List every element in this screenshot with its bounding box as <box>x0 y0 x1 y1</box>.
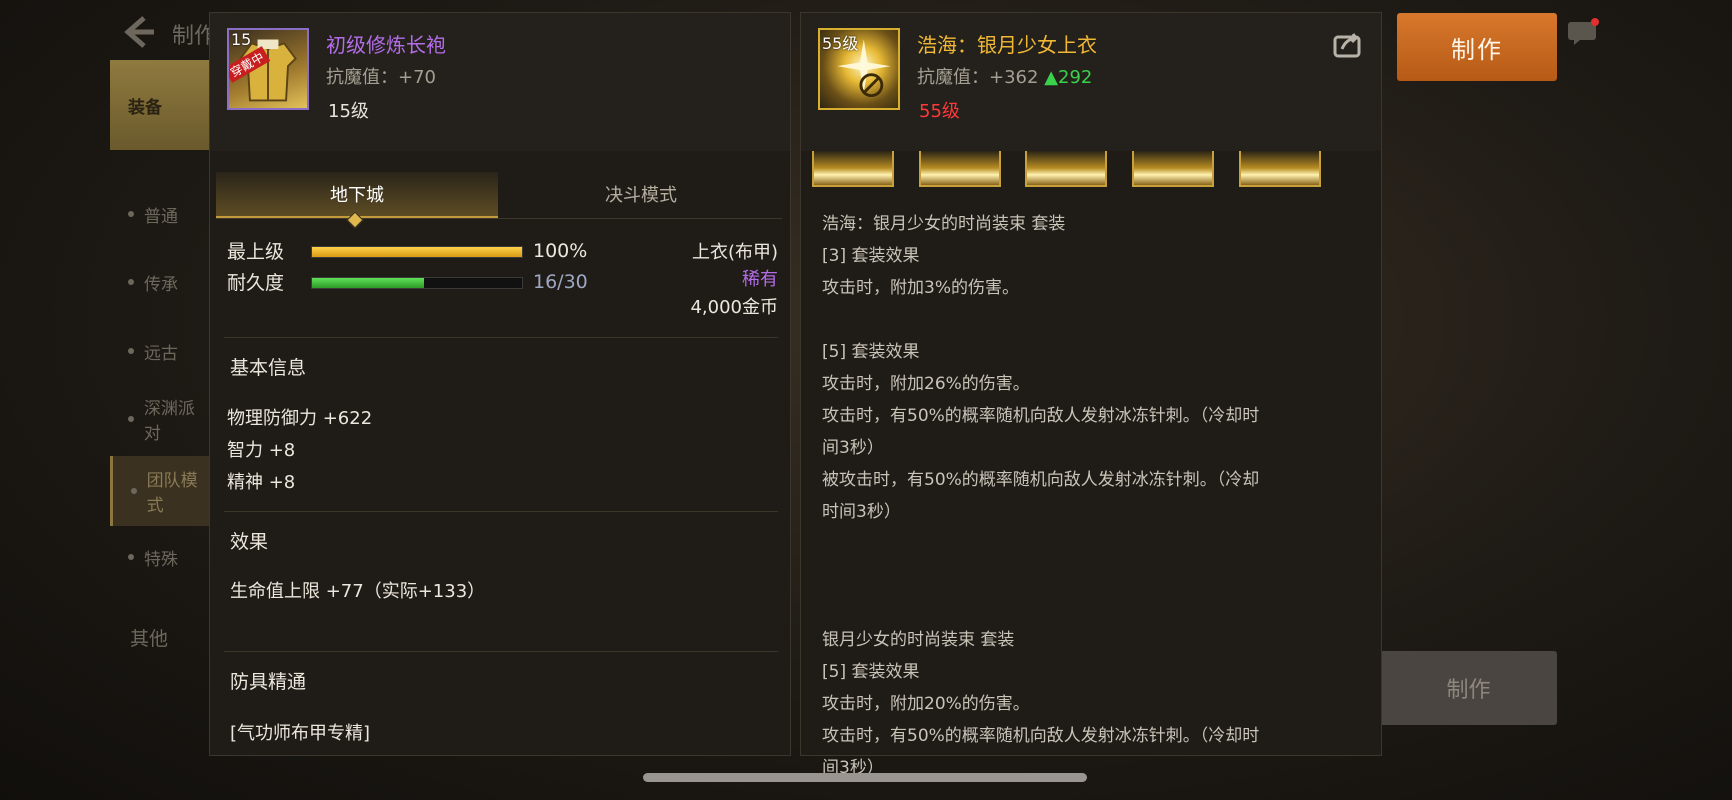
set-description-line: 攻击时，有50%的概率随机向敌人发射冰冻针刺。（冷却时 <box>822 726 1260 746</box>
max-level-bar <box>311 246 523 258</box>
durability-value: 16/30 <box>533 271 588 293</box>
item-icon: 15 穿戴中 <box>227 28 309 110</box>
item-header: 55级 浩海：银月少女上衣 抗魔值：+362 ▲292 55级 <box>801 13 1381 151</box>
effect-title: 效果 <box>230 531 269 553</box>
sidebar-label: 远古 <box>144 343 178 364</box>
set-description-line: 时间3秒） <box>822 502 901 522</box>
item-magic-resist: 抗魔值：+70 <box>326 67 436 88</box>
tab-divider <box>216 218 782 219</box>
item-level-badge: 55级 <box>822 34 859 53</box>
item-level: 15级 <box>328 101 369 122</box>
magic-resist-value: 抗魔值：+362 <box>917 67 1039 88</box>
set-item-icon[interactable] <box>1239 151 1321 187</box>
item-price: 4,000金币 <box>690 297 778 318</box>
set-description-line: 攻击时，附加20%的伤害。 <box>822 694 1030 714</box>
durability-bar <box>311 277 523 289</box>
set-description-line: [5] 套装效果 <box>822 662 920 682</box>
set-description-line: [3] 套装效果 <box>822 246 920 266</box>
back-arrow-icon[interactable] <box>118 12 158 52</box>
set-description-line: 被攻击时，有50%的概率随机向敌人发射冰冻针刺。（冷却 <box>822 470 1260 490</box>
sidebar-item-abyss[interactable]: 深渊派对 <box>110 390 210 448</box>
item-magic-resist: 抗魔值：+362 ▲292 <box>917 63 1092 89</box>
item-name: 浩海：银月少女上衣 <box>917 33 1097 57</box>
max-level-label: 最上级 <box>227 241 285 263</box>
equipped-item-panel: 15 穿戴中 初级修炼长袍 抗魔值：+70 15级 地下城 决斗模式 最上级 1… <box>209 12 791 756</box>
magic-resist-increase: ▲292 <box>1044 67 1093 88</box>
sidebar-item-special[interactable]: 特殊 <box>110 528 210 586</box>
item-name: 初级修炼长袍 <box>326 33 446 57</box>
sidebar-label: 普通 <box>144 206 178 227</box>
item-type: 上衣(布甲) <box>691 242 778 263</box>
home-indicator <box>643 773 1087 782</box>
set-description-line: 间3秒） <box>822 438 884 458</box>
basic-info-title: 基本信息 <box>230 357 307 379</box>
tab-duel-mode[interactable]: 决斗模式 <box>500 172 782 216</box>
durability-bar-fill <box>312 278 424 288</box>
set-description-line: 攻击时，附加3%的伤害。 <box>822 278 1019 298</box>
sidebar-item-inherit[interactable]: 传承 <box>110 253 210 311</box>
item-rarity: 稀有 <box>742 269 778 290</box>
set-description-line: 银月少女的时尚装束 套装 <box>822 630 1015 650</box>
sidebar-label: 深渊派对 <box>143 399 195 444</box>
set-description-line: 浩海：银月少女的时尚装束 套装 <box>822 214 1066 234</box>
divider <box>224 651 778 652</box>
item-header: 15 穿戴中 初级修炼长袍 抗魔值：+70 15级 <box>210 13 790 151</box>
make-button[interactable]: 制作 <box>1397 13 1557 81</box>
set-item-icons <box>812 151 1372 197</box>
mode-tabs: 地下城 决斗模式 <box>216 172 782 229</box>
basic-info-line: 物理防御力 +622 <box>227 408 373 429</box>
sidebar-item-equipment[interactable]: 装备 <box>110 60 210 150</box>
item-level-badge: 15 <box>231 30 252 49</box>
set-description-line: 攻击时，附加26%的伤害。 <box>822 374 1030 394</box>
mastery-title: 防具精通 <box>230 671 307 693</box>
share-icon[interactable] <box>1332 29 1364 59</box>
chat-icon[interactable] <box>1566 18 1600 46</box>
durability-label: 耐久度 <box>227 272 285 294</box>
sidebar-item-team[interactable]: 团队模式 <box>110 456 210 526</box>
sidebar-label: 传承 <box>144 274 178 295</box>
set-item-icon[interactable] <box>919 151 1001 187</box>
sidebar-label: 装备 <box>128 97 162 118</box>
set-item-icon[interactable] <box>1132 151 1214 187</box>
max-level-value: 100% <box>533 240 588 262</box>
max-level-bar-fill <box>312 247 522 257</box>
set-description-line: 攻击时，有50%的概率随机向敌人发射冰冻针刺。（冷却时 <box>822 406 1260 426</box>
sidebar-label: 其他 <box>130 627 169 650</box>
sidebar-label: 特殊 <box>144 549 178 570</box>
tab-dungeon[interactable]: 地下城 <box>216 172 498 218</box>
divider <box>224 337 778 338</box>
basic-info-line: 精神 +8 <box>227 472 296 493</box>
sidebar-label: 团队模式 <box>146 471 198 516</box>
set-item-icon[interactable] <box>1025 151 1107 187</box>
item-icon: 55级 <box>818 28 900 110</box>
craft-item-panel: 55级 浩海：银月少女上衣 抗魔值：+362 ▲292 55级 浩海：银月少女的… <box>800 12 1382 778</box>
sidebar-item-normal[interactable]: 普通 <box>110 185 210 243</box>
set-description-line: [5] 套装效果 <box>822 342 920 362</box>
set-item-icon[interactable] <box>812 151 894 187</box>
make-button-secondary[interactable]: 制作 <box>1380 651 1557 725</box>
item-level: 55级 <box>919 101 960 122</box>
basic-info-line: 智力 +8 <box>227 440 296 461</box>
mastery-line: [气功师布甲专精] <box>230 723 371 744</box>
effect-line: 生命值上限 +77（实际+133） <box>230 581 486 602</box>
sidebar-item-ancient[interactable]: 远古 <box>110 322 210 380</box>
sidebar-item-other[interactable]: 其他 <box>110 608 210 666</box>
divider <box>224 511 778 512</box>
